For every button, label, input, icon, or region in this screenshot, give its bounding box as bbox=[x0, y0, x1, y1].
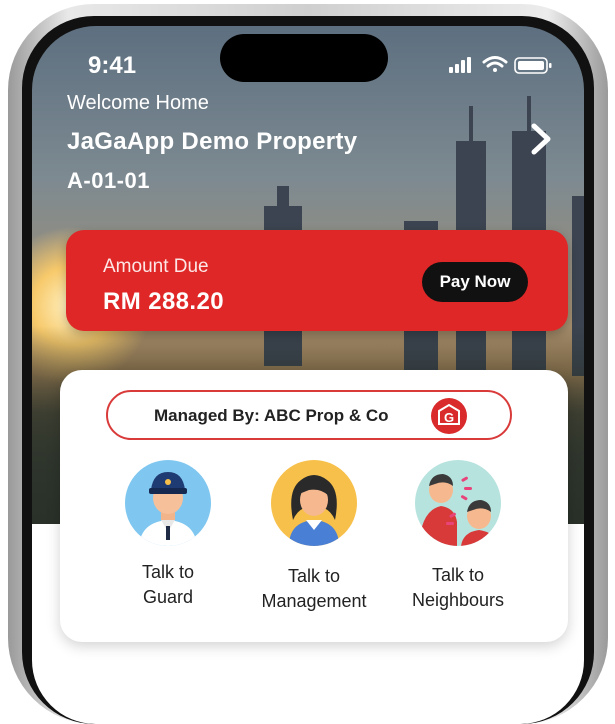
amount-due-card: Amount Due RM 288.20 Pay Now bbox=[66, 230, 568, 331]
battery-icon bbox=[514, 57, 552, 74]
amount-due-value: RM 288.20 bbox=[103, 288, 224, 315]
talk-to-neighbours-label: Talk to Neighbours bbox=[411, 565, 505, 610]
unit-number[interactable]: A-01-01 bbox=[67, 168, 150, 194]
twin-tower-left-spire bbox=[469, 106, 473, 146]
chevron-right-icon[interactable] bbox=[526, 121, 556, 157]
guard-avatar-icon bbox=[125, 460, 211, 546]
management-logo-icon: G bbox=[431, 398, 467, 434]
status-icons bbox=[449, 56, 552, 74]
managed-by-text: Managed By: ABC Prop & Co bbox=[154, 406, 389, 425]
property-name[interactable]: JaGaApp Demo Property bbox=[67, 128, 357, 156]
skyline-building bbox=[277, 186, 289, 216]
svg-text:G: G bbox=[444, 410, 454, 425]
talk-to-guard-label: Talk to Guard bbox=[141, 562, 195, 607]
talk-to-guard-button[interactable]: Talk to Guard bbox=[98, 460, 238, 610]
talk-to-neighbours-button[interactable]: Talk to Neighbours bbox=[388, 460, 528, 613]
welcome-text: Welcome Home bbox=[67, 92, 209, 114]
pay-now-button[interactable]: Pay Now bbox=[422, 262, 528, 302]
dynamic-island bbox=[220, 34, 388, 82]
wifi-icon bbox=[482, 56, 508, 72]
talk-to-management-button[interactable]: Talk to Management bbox=[244, 460, 384, 614]
managed-by-pill[interactable]: Managed By: ABC Prop & Co G bbox=[106, 390, 512, 440]
cellular-signal-icon bbox=[449, 57, 471, 73]
status-time: 9:41 bbox=[88, 52, 137, 79]
neighbours-avatar-icon bbox=[415, 460, 501, 546]
amount-due-label: Amount Due bbox=[103, 256, 209, 277]
management-avatar-icon bbox=[271, 460, 357, 546]
talk-to-management-label: Talk to Management bbox=[261, 566, 367, 611]
community-card: Managed By: ABC Prop & Co G Talk to Guar… bbox=[60, 370, 568, 642]
